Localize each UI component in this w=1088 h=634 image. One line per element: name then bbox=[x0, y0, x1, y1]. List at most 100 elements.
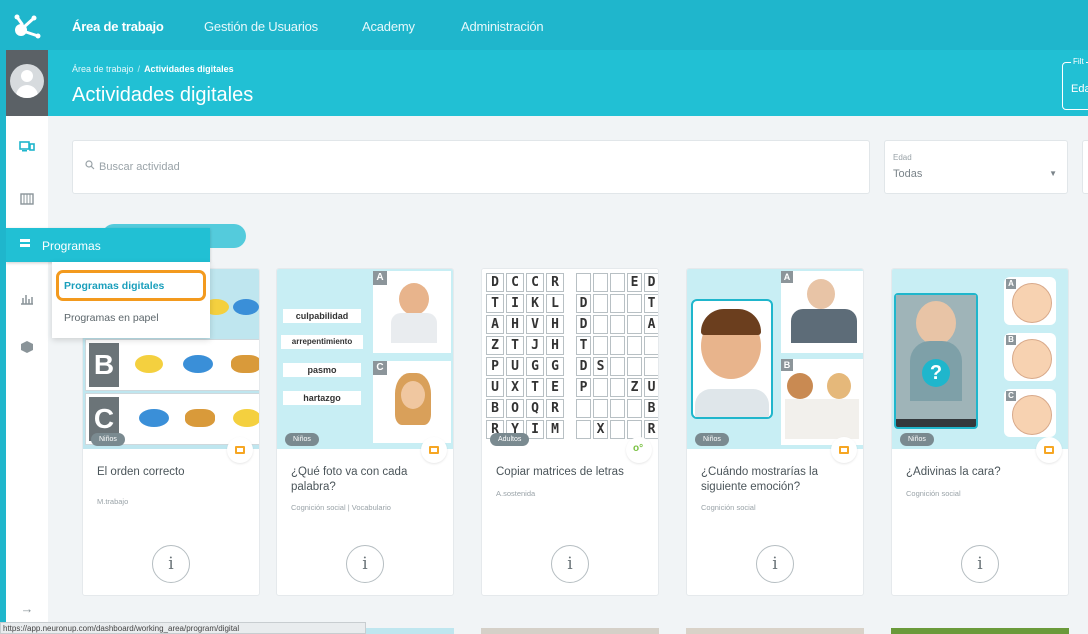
info-button[interactable]: i bbox=[346, 545, 384, 583]
grid-cell bbox=[610, 315, 625, 334]
nav-item-academy[interactable]: Academy bbox=[362, 19, 415, 34]
arrow-right-icon[interactable]: → bbox=[18, 602, 36, 616]
word-label: hartazgo bbox=[283, 391, 361, 405]
age-filter-select[interactable]: Edad Todas ▼ bbox=[884, 140, 1068, 194]
chevron-down-icon: ▼ bbox=[1049, 169, 1057, 178]
card-thumbnail: DCCRTIKLAHVHZTJHPUGGUXTEBOQRRYIM EDDTDAT… bbox=[482, 269, 658, 449]
grid-cell bbox=[593, 273, 608, 292]
grid-cell bbox=[610, 357, 625, 376]
submenu-item-programas-digitales[interactable]: Programas digitales bbox=[64, 280, 164, 292]
info-button[interactable]: i bbox=[756, 545, 794, 583]
letter-grid-right: EDDTDATDSPZUBXR bbox=[576, 273, 658, 443]
activity-card-que-foto[interactable]: culpabilidad arrepentimiento pasmo harta… bbox=[276, 268, 454, 596]
secondary-filter-select[interactable] bbox=[1082, 140, 1088, 194]
card-subtitle: Cognición social bbox=[701, 503, 756, 512]
game-icon: o° bbox=[626, 437, 652, 463]
app-frame: Área de trabajo Gestión de Usuarios Acad… bbox=[6, 6, 1088, 634]
card-icon bbox=[421, 437, 447, 463]
header-filter-select[interactable]: Filt Eda bbox=[1062, 57, 1088, 110]
grid-cell bbox=[627, 294, 642, 313]
grid-cell: A bbox=[644, 315, 658, 334]
card-thumbnail: A B bbox=[687, 269, 863, 449]
header-filter-value: Eda bbox=[1071, 83, 1088, 95]
grid-cell: D bbox=[486, 273, 504, 292]
card-title: El orden correcto bbox=[97, 466, 185, 478]
grid-cell: B bbox=[486, 399, 504, 418]
breadcrumb-item-area-trabajo[interactable]: Área de trabajo bbox=[72, 64, 134, 74]
grid-cell bbox=[576, 420, 591, 439]
avatar-panel bbox=[6, 50, 48, 116]
grid-cell: V bbox=[526, 315, 544, 334]
grid-cell: R bbox=[546, 273, 564, 292]
grid-cell: S bbox=[593, 357, 608, 376]
grid-cell: E bbox=[627, 273, 642, 292]
grid-cell bbox=[610, 378, 625, 397]
sidebar-item-programas[interactable]: Programas bbox=[6, 228, 210, 262]
grid-cell: U bbox=[644, 378, 658, 397]
status-bar-url: https://app.neuronup.com/dashboard/worki… bbox=[0, 622, 366, 634]
grid-cell bbox=[644, 357, 658, 376]
activity-card-adivinas-cara[interactable]: ? A B C Niños ¿Adivinas la cara? Cognici… bbox=[891, 268, 1069, 596]
list-icon bbox=[20, 239, 30, 247]
grid-cell: D bbox=[576, 357, 591, 376]
card-tag: Niños bbox=[91, 433, 125, 446]
card-tag: Niños bbox=[695, 433, 729, 446]
search-placeholder: Buscar actividad bbox=[99, 161, 180, 173]
grid-cell: T bbox=[486, 294, 504, 313]
activity-card-cuando-mostrarias[interactable]: A B Niños ¿Cuándo mostrarías la siguient… bbox=[686, 268, 864, 596]
grid-cell bbox=[576, 399, 591, 418]
nav-item-gestion-usuarios[interactable]: Gestión de Usuarios bbox=[204, 19, 318, 34]
info-button[interactable]: i bbox=[551, 545, 589, 583]
grid-cell: M bbox=[546, 420, 564, 439]
main-content: Buscar actividad Edad Todas ▼ B C Niños … bbox=[48, 116, 1088, 634]
grid-cell bbox=[593, 336, 608, 355]
logo-icon[interactable] bbox=[10, 12, 42, 44]
card-subtitle: Cognición social | Vocabulario bbox=[291, 503, 391, 512]
grid-cell: T bbox=[506, 336, 524, 355]
top-nav: Área de trabajo Gestión de Usuarios Acad… bbox=[6, 6, 1088, 50]
age-filter-value: Todas bbox=[893, 168, 923, 180]
info-button[interactable]: i bbox=[152, 545, 190, 583]
chart-icon[interactable] bbox=[18, 292, 36, 306]
nav-item-area-trabajo[interactable]: Área de trabajo bbox=[72, 19, 164, 34]
grid-cell bbox=[610, 294, 625, 313]
table-icon[interactable] bbox=[18, 192, 36, 206]
grid-cell bbox=[593, 399, 608, 418]
card-subtitle: A.sostenida bbox=[496, 489, 536, 498]
grid-cell bbox=[610, 336, 625, 355]
card-tag: Adultos bbox=[490, 433, 530, 446]
letter-grid-left: DCCRTIKLAHVHZTJHPUGGUXTEBOQRRYIM bbox=[486, 273, 566, 443]
card-title: ¿Cuándo mostrarías la siguiente emoción? bbox=[701, 466, 818, 493]
monitor-icon[interactable] bbox=[18, 140, 36, 154]
avatar[interactable] bbox=[10, 64, 44, 98]
grid-cell: B bbox=[644, 399, 658, 418]
grid-cell: O bbox=[506, 399, 524, 418]
grid-cell: I bbox=[506, 294, 524, 313]
grid-cell bbox=[593, 378, 608, 397]
nav-item-administracion[interactable]: Administración bbox=[461, 19, 544, 34]
breadcrumb: Área de trabajo / Actividades digitales bbox=[72, 64, 234, 74]
grid-cell: I bbox=[526, 420, 544, 439]
grid-cell: R bbox=[546, 399, 564, 418]
page-title: Actividades digitales bbox=[72, 84, 254, 106]
card-thumbnail: culpabilidad arrepentimiento pasmo harta… bbox=[277, 269, 453, 449]
grid-cell bbox=[593, 315, 608, 334]
breadcrumb-item-current: Actividades digitales bbox=[144, 64, 234, 74]
submenu-item-programas-papel[interactable]: Programas en papel bbox=[64, 312, 159, 324]
grid-cell bbox=[610, 399, 625, 418]
grid-cell: T bbox=[576, 336, 591, 355]
grid-cell: U bbox=[506, 357, 524, 376]
grid-cell: H bbox=[546, 336, 564, 355]
box-icon[interactable] bbox=[18, 340, 36, 354]
grid-cell: T bbox=[644, 294, 658, 313]
grid-cell: R bbox=[644, 420, 658, 439]
grid-cell bbox=[627, 357, 642, 376]
activity-card-copiar-matrices[interactable]: DCCRTIKLAHVHZTJHPUGGUXTEBOQRRYIM EDDTDAT… bbox=[481, 268, 659, 596]
grid-cell: K bbox=[526, 294, 544, 313]
info-button[interactable]: i bbox=[961, 545, 999, 583]
grid-cell: C bbox=[506, 273, 524, 292]
card-tag: Niños bbox=[900, 433, 934, 446]
word-label: arrepentimiento bbox=[281, 335, 363, 349]
search-input[interactable]: Buscar actividad bbox=[72, 140, 870, 194]
card-next-row bbox=[686, 628, 864, 634]
